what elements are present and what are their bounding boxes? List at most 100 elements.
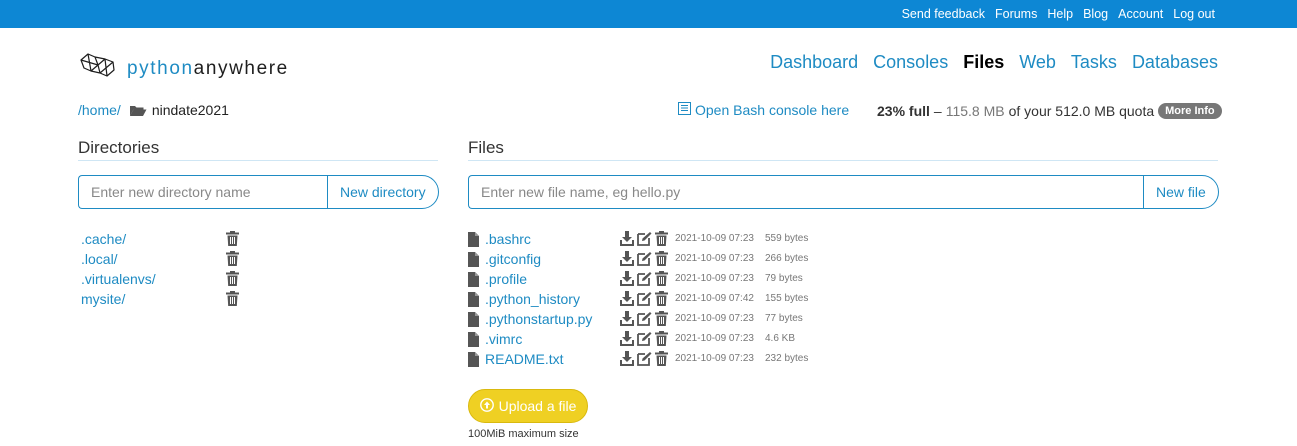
file-date: 2021-10-09 07:23 [675,253,754,264]
file-icon [468,231,485,247]
file-icon [468,351,485,367]
directories-divider [78,160,438,161]
edit-icon[interactable] [637,331,652,351]
file-link[interactable]: .gitconfig [485,251,541,267]
help-link[interactable]: Help [1047,7,1073,21]
edit-icon[interactable] [637,251,652,271]
file-link[interactable]: .vimrc [485,331,522,347]
nav-files[interactable]: Files [963,52,1004,73]
download-icon[interactable] [620,311,634,331]
file-actions [620,351,668,371]
nav-databases[interactable]: Databases [1132,52,1218,73]
directory-link[interactable]: .local/ [81,251,118,267]
forums-link[interactable]: Forums [995,7,1037,21]
directories-title: Directories [78,138,160,157]
file-date: 2021-10-09 07:23 [675,233,754,244]
account-link[interactable]: Account [1118,7,1163,21]
new-directory-button[interactable]: New directory [327,175,439,209]
file-icon [468,291,485,307]
open-bash-console-label: Open Bash console here [695,102,850,118]
file-actions [620,231,668,251]
file-size: 266 bytes [765,253,809,264]
logout-link[interactable]: Log out [1173,7,1215,21]
file-link[interactable]: README.txt [485,351,564,367]
directory-link[interactable]: .cache/ [81,231,126,247]
trash-icon[interactable] [226,231,239,246]
file-link[interactable]: .bashrc [485,231,531,247]
breadcrumb-home[interactable]: /home/ [78,102,121,118]
file-size: 77 bytes [765,313,803,324]
blog-link[interactable]: Blog [1083,7,1108,21]
trash-icon[interactable] [655,331,668,351]
file-actions [620,271,668,291]
table-row: .vimrc 2021-10-09 07:23 4.6 KB [468,329,828,349]
file-icon [468,311,485,327]
download-icon[interactable] [620,351,634,371]
file-link[interactable]: .profile [485,271,527,287]
breadcrumb: /home/ nindate2021 [78,102,229,118]
download-icon[interactable] [620,291,634,311]
trash-icon[interactable] [655,351,668,371]
new-file-input[interactable] [468,175,1143,209]
trash-icon[interactable] [655,231,668,251]
directory-link[interactable]: .virtualenvs/ [81,271,156,287]
trash-icon[interactable] [655,311,668,331]
nav-consoles[interactable]: Consoles [873,52,948,73]
logo-suffix: anywhere [193,57,289,79]
quota-used: 115.8 MB [945,103,1005,119]
new-file-button[interactable]: New file [1143,175,1219,209]
send-feedback-link[interactable]: Send feedback [902,7,985,21]
table-row: .python_history 2021-10-09 07:42 155 bytes [468,289,828,309]
download-icon[interactable] [620,251,634,271]
file-size: 232 bytes [765,353,809,364]
edit-icon[interactable] [637,271,652,291]
nav-tasks[interactable]: Tasks [1071,52,1117,73]
list-item: .cache/ [81,229,251,249]
trash-icon[interactable] [226,271,239,286]
trash-icon[interactable] [655,251,668,271]
file-date: 2021-10-09 07:23 [675,273,754,284]
upload-file-button[interactable]: Upload a file [468,389,588,423]
files-title: Files [468,138,504,157]
download-icon[interactable] [620,231,634,251]
list-item: .virtualenvs/ [81,269,251,289]
download-icon[interactable] [620,271,634,291]
upload-icon [479,397,494,415]
trash-icon[interactable] [655,271,668,291]
nav-dashboard[interactable]: Dashboard [770,52,858,73]
quota-info: 23% full – 115.8 MB of your 512.0 MB quo… [877,103,1222,119]
edit-icon[interactable] [637,231,652,251]
quota-percent: 23% full [877,103,930,119]
trash-icon[interactable] [655,291,668,311]
quota-of-text: of your 512.0 MB quota [1008,103,1155,119]
logo[interactable]: pythonanywhere [78,51,289,86]
file-size: 155 bytes [765,293,809,304]
trash-icon[interactable] [226,251,239,266]
terminal-icon [678,102,691,118]
file-icon [468,251,485,267]
directory-link[interactable]: mysite/ [81,291,125,307]
main-nav: Dashboard Consoles Files Web Tasks Datab… [770,52,1218,73]
open-bash-console-link[interactable]: Open Bash console here [678,102,849,118]
table-row: README.txt 2021-10-09 07:23 232 bytes [468,349,828,369]
download-icon[interactable] [620,331,634,351]
trash-icon[interactable] [226,291,239,306]
quota-dash: – [933,103,942,119]
file-list: .bashrc 2021-10-09 07:23 559 bytes .gitconf… [468,229,828,369]
table-row: .gitconfig 2021-10-09 07:23 266 bytes [468,249,828,269]
table-row: .pythonstartup.py 2021-10-09 07:23 77 byte… [468,309,828,329]
file-actions [620,291,668,311]
file-date: 2021-10-09 07:23 [675,333,754,344]
nav-web[interactable]: Web [1019,52,1056,73]
list-item: mysite/ [81,289,251,309]
breadcrumb-current: nindate2021 [151,102,229,118]
file-link[interactable]: .python_history [485,291,580,307]
file-link[interactable]: .pythonstartup.py [485,311,592,327]
edit-icon[interactable] [637,311,652,331]
more-info-badge[interactable]: More Info [1158,103,1222,119]
edit-icon[interactable] [637,291,652,311]
logo-icon [78,51,118,86]
edit-icon[interactable] [637,351,652,371]
list-item: .local/ [81,249,251,269]
new-directory-input[interactable] [78,175,327,209]
